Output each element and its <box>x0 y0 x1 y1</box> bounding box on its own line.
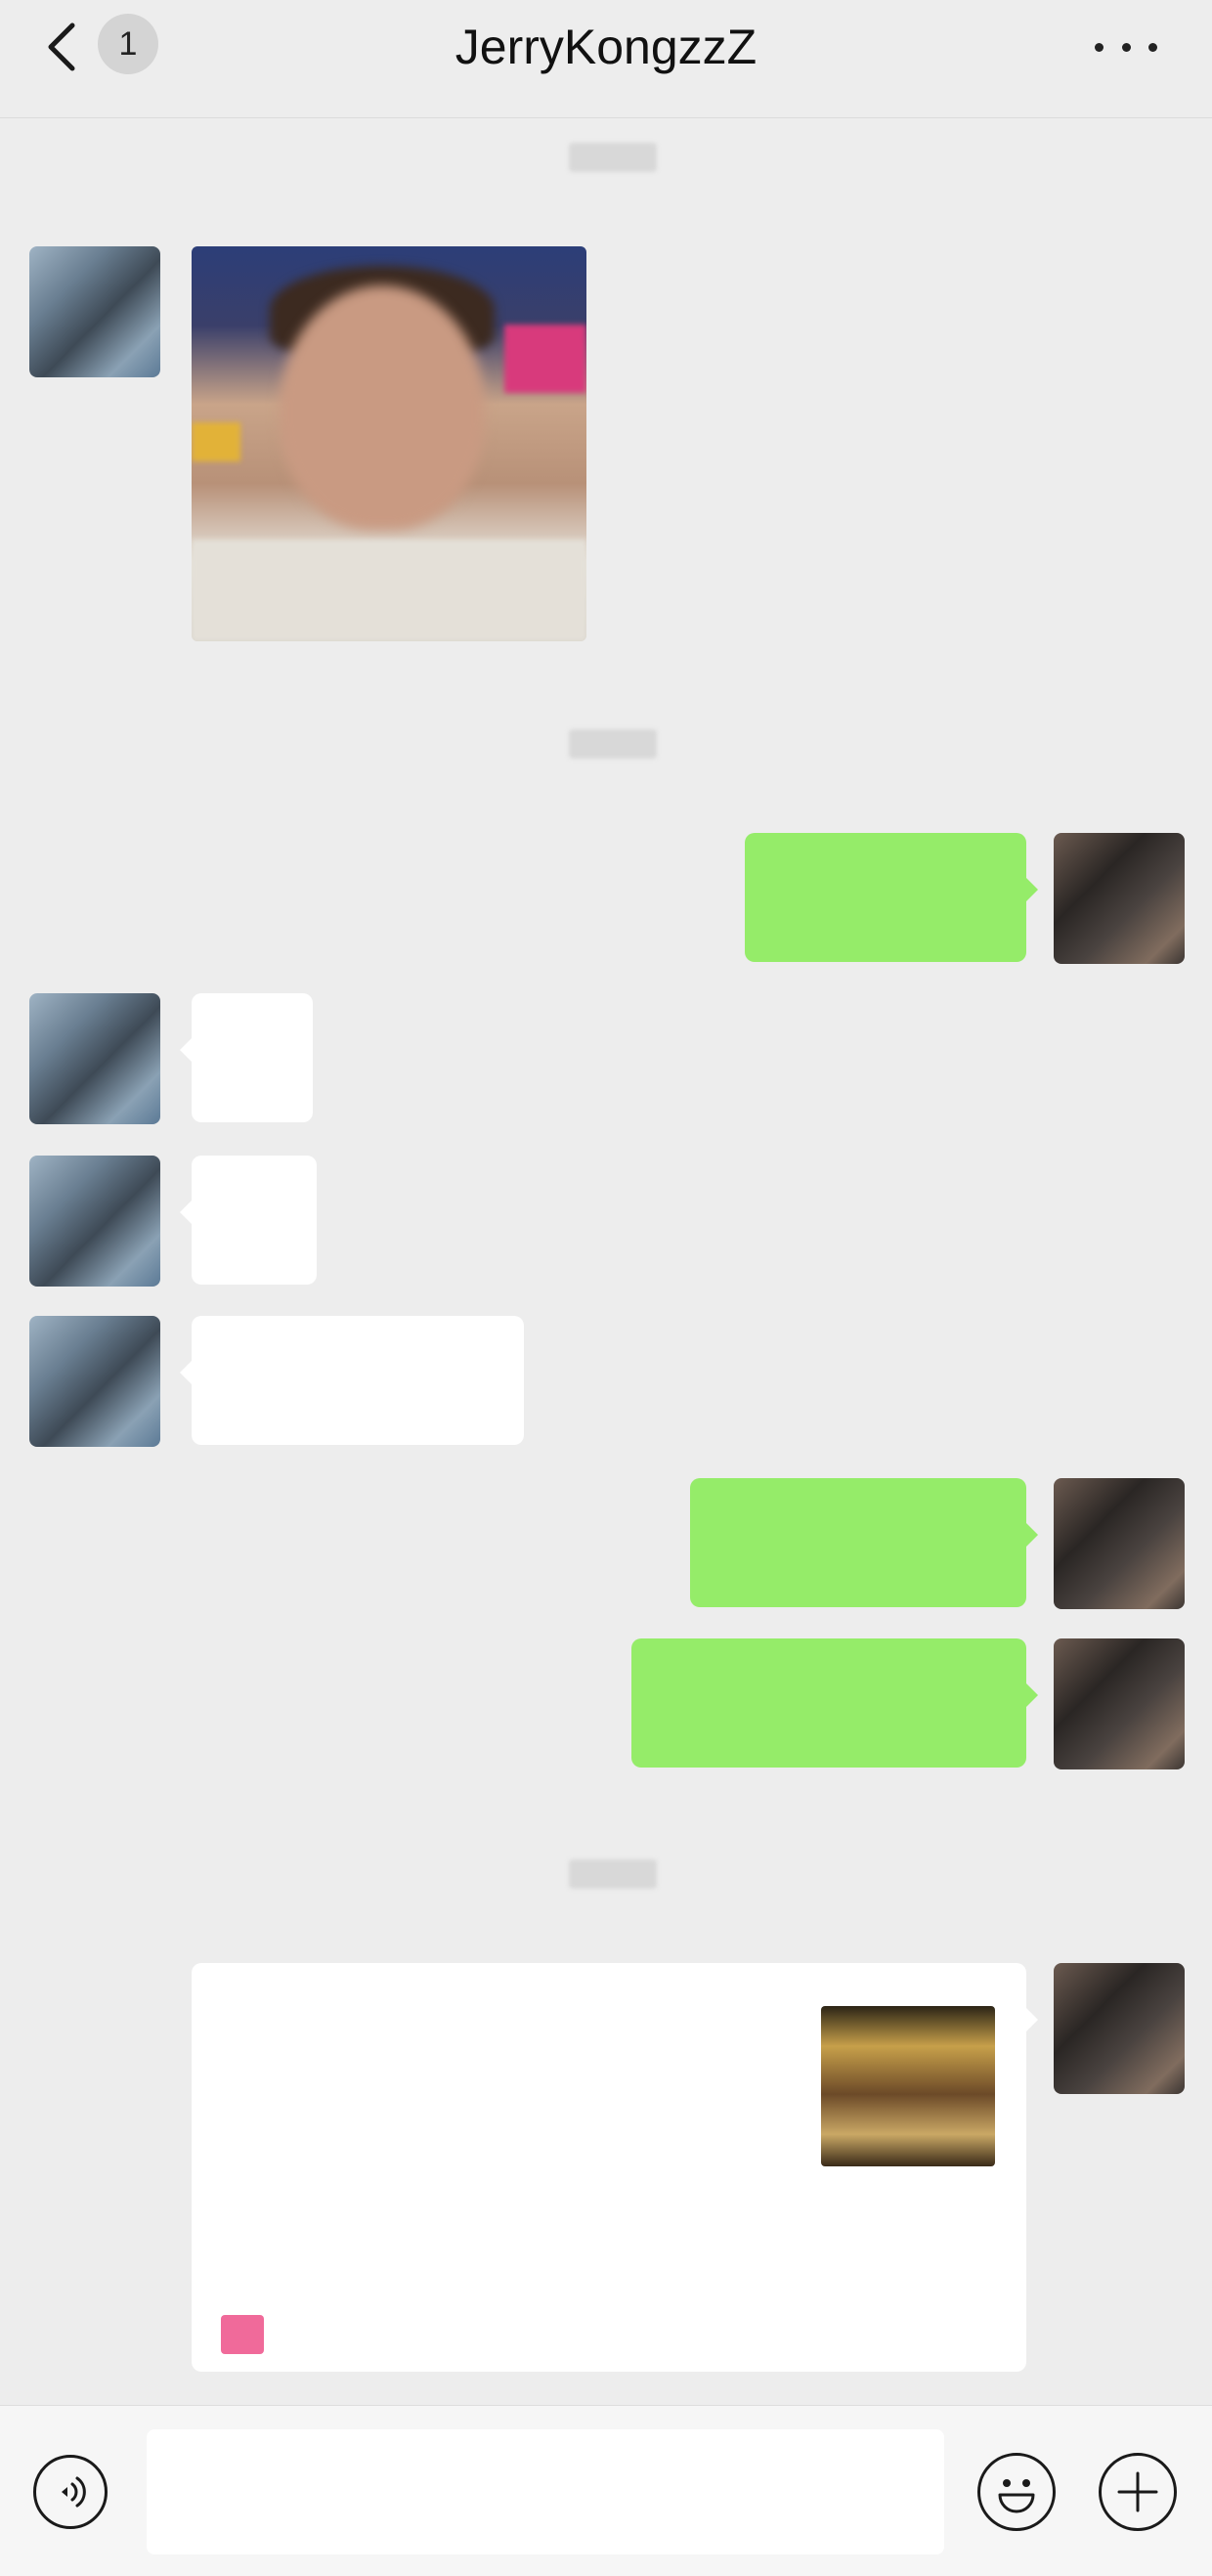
shared-link-card[interactable] <box>192 1963 1038 2372</box>
emoji-icon <box>998 2479 1035 2513</box>
timestamp <box>569 143 657 172</box>
contact-avatar[interactable] <box>29 1316 160 1447</box>
voice-button[interactable] <box>33 2455 108 2529</box>
back-button[interactable] <box>39 18 88 76</box>
incoming-message[interactable] <box>180 1156 317 1285</box>
timestamp <box>569 729 657 759</box>
my-avatar[interactable] <box>1054 1638 1185 1769</box>
unread-count-badge[interactable]: 1 <box>98 14 158 74</box>
contact-avatar[interactable] <box>29 246 160 377</box>
my-avatar[interactable] <box>1054 1478 1185 1609</box>
incoming-message[interactable] <box>180 1316 524 1445</box>
message-input[interactable] <box>147 2429 944 2554</box>
card-thumbnail <box>821 2006 995 2166</box>
timestamp <box>569 1859 657 1889</box>
plus-icon <box>1117 2471 1158 2512</box>
my-avatar[interactable] <box>1054 833 1185 964</box>
contact-avatar[interactable] <box>29 993 160 1124</box>
image-message[interactable] <box>192 246 586 641</box>
chevron-left-icon <box>48 22 75 71</box>
chat-title: JerryKongzzZ <box>454 20 758 74</box>
chat-header: 1 JerryKongzzZ <box>0 0 1212 118</box>
contact-avatar[interactable] <box>29 1156 160 1287</box>
emoji-button[interactable] <box>977 2453 1056 2531</box>
outgoing-message[interactable] <box>690 1478 1038 1607</box>
incoming-message[interactable] <box>180 993 313 1122</box>
voice-icon <box>62 2476 86 2508</box>
my-avatar[interactable] <box>1054 1963 1185 2094</box>
outgoing-message[interactable] <box>631 1638 1038 1768</box>
more-dots-icon <box>1095 42 1104 52</box>
more-options-button[interactable] <box>1095 35 1157 59</box>
more-functions-button[interactable] <box>1099 2453 1177 2531</box>
outgoing-message[interactable] <box>745 833 1038 962</box>
input-bar <box>0 2405 1212 2576</box>
app-icon <box>221 2315 264 2354</box>
